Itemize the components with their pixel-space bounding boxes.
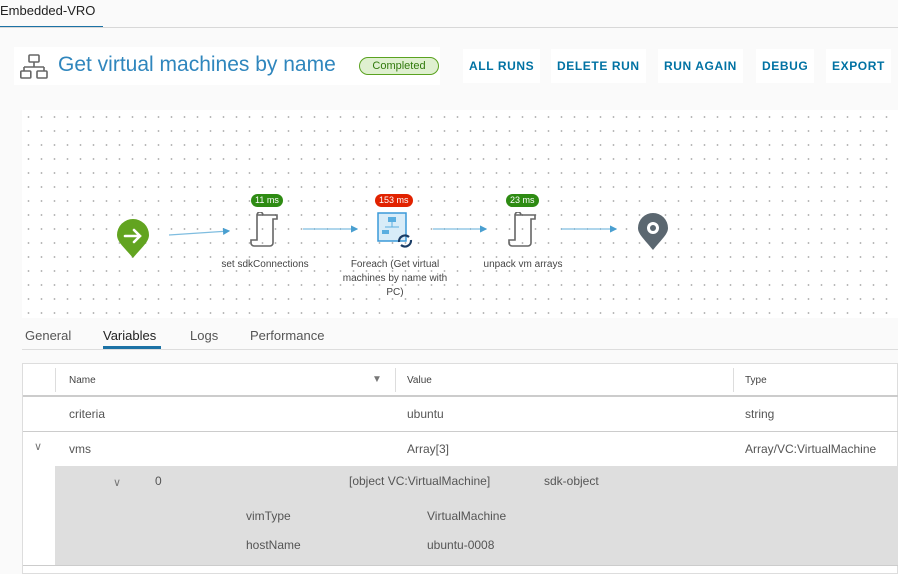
tab-logs[interactable]: Logs [190, 328, 218, 343]
var-value: ubuntu [407, 407, 444, 421]
child-index: 0 [155, 474, 162, 488]
filter-icon[interactable]: ▼ [372, 374, 382, 385]
prop-value: VirtualMachine [427, 509, 507, 523]
child-value: [object VC:VirtualMachine] [349, 474, 491, 488]
var-name: criteria [69, 407, 106, 421]
tab-general[interactable]: General [25, 328, 71, 343]
var-name: vms [69, 442, 91, 456]
tab-variables[interactable]: Variables [103, 328, 156, 343]
prop-key: hostName [246, 538, 301, 552]
column-header-value[interactable]: Value [407, 375, 432, 386]
chevron-down-icon[interactable]: ∨ [113, 476, 121, 489]
duration-badge: 11 ms [251, 194, 283, 207]
divider [22, 349, 898, 350]
node-label: set sdkConnections [221, 259, 309, 270]
foreach-icon[interactable] [377, 212, 415, 250]
column-header-type[interactable]: Type [745, 375, 767, 386]
duration-badge: 153 ms [375, 194, 413, 207]
start-node-icon[interactable] [116, 219, 150, 259]
tab-performance[interactable]: Performance [250, 328, 324, 343]
chevron-down-icon[interactable]: ∨ [34, 440, 42, 453]
node-label: Foreach (Get virtual machines by name wi… [342, 259, 448, 298]
script-icon[interactable] [249, 212, 281, 248]
column-header-name[interactable]: Name [69, 375, 96, 386]
prop-key: vimType [246, 509, 291, 523]
child-type: sdk-object [544, 474, 599, 488]
end-node-icon[interactable] [637, 213, 669, 251]
var-type: string [745, 407, 775, 421]
script-icon[interactable] [507, 212, 539, 248]
prop-value: ubuntu-0008 [427, 538, 495, 552]
var-value: Array[3] [407, 442, 450, 456]
duration-badge: 23 ms [506, 194, 539, 207]
var-type: Array/VC:VirtualMachine [745, 442, 877, 456]
node-label: unpack vm arrays [483, 259, 563, 270]
